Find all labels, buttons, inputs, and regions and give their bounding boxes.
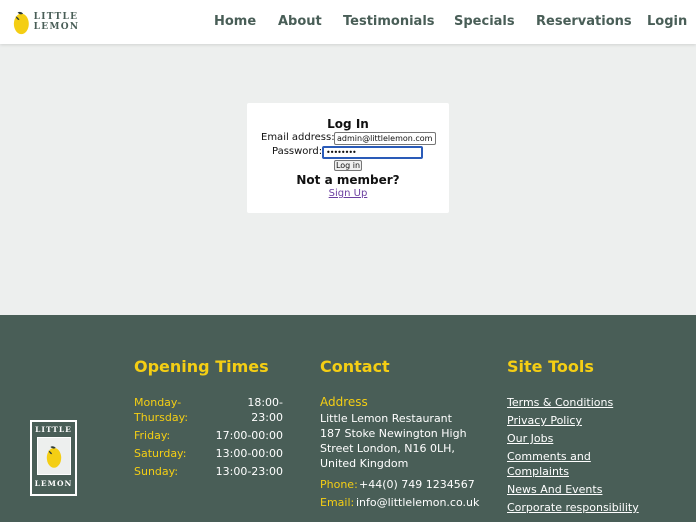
nav-reservations[interactable]: Reservations bbox=[536, 14, 632, 29]
address-line: United Kingdom bbox=[320, 457, 409, 470]
site-logo[interactable]: LITTLE LEMON bbox=[12, 8, 122, 36]
hours-text: 18:00- 23:00 bbox=[247, 396, 283, 424]
password-field[interactable]: •••••••• bbox=[322, 146, 423, 159]
site-header: LITTLE LEMON Home About Testimonials Spe… bbox=[0, 0, 696, 44]
login-title: Log In bbox=[327, 117, 369, 131]
opening-hours: 17:00-00:00 bbox=[215, 429, 283, 442]
password-label: Password: bbox=[272, 146, 323, 157]
phone-label: Phone: bbox=[320, 478, 358, 491]
site-footer: LITTLE LEMON Opening Times Monday- Thurs… bbox=[0, 315, 696, 522]
footer-logo[interactable]: LITTLE LEMON bbox=[30, 420, 77, 496]
opening-day: Monday- Thursday: bbox=[134, 395, 188, 425]
email-label: Email address: bbox=[261, 132, 335, 143]
opening-day: Saturday: bbox=[134, 447, 187, 460]
email-value[interactable]: info@littlelemon.co.uk bbox=[356, 495, 479, 510]
footer-lemon-box bbox=[36, 437, 71, 475]
footer-link-complaints[interactable]: Comments and Complaints bbox=[507, 449, 591, 479]
login-button[interactable]: Log in bbox=[334, 160, 362, 171]
footer-link-privacy[interactable]: Privacy Policy bbox=[507, 413, 582, 428]
not-member-heading: Not a member? bbox=[296, 173, 400, 187]
nav-login[interactable]: Login bbox=[647, 14, 687, 29]
site-tools-title: Site Tools bbox=[507, 357, 594, 376]
opening-hours: 18:00- 23:00 bbox=[210, 395, 283, 425]
footer-logo-bottom: LEMON bbox=[34, 479, 73, 488]
login-card: Log In Email address: admin@littlelemon.… bbox=[247, 103, 449, 213]
opening-hours: 13:00-23:00 bbox=[215, 465, 283, 478]
phone-value[interactable]: +44(0) 749 1234567 bbox=[359, 477, 475, 492]
contact-title: Contact bbox=[320, 357, 390, 376]
address-line: Street London, N16 0LH, bbox=[320, 442, 455, 455]
nav-home[interactable]: Home bbox=[214, 14, 256, 29]
email-label: Email: bbox=[320, 496, 355, 509]
footer-link-jobs[interactable]: Our Jobs bbox=[507, 431, 553, 446]
signup-link[interactable]: Sign Up bbox=[247, 188, 449, 199]
footer-logo-top: LITTLE bbox=[35, 425, 72, 434]
logo-text: LITTLE LEMON bbox=[33, 12, 80, 32]
opening-day: Friday: bbox=[134, 429, 171, 442]
day-text: Monday- Thursday: bbox=[134, 396, 189, 424]
nav-specials[interactable]: Specials bbox=[454, 14, 515, 29]
opening-times-title: Opening Times bbox=[134, 357, 269, 376]
address-label: Address bbox=[320, 395, 368, 409]
nav-about[interactable]: About bbox=[278, 14, 322, 29]
footer-link-corporate[interactable]: Corporate responsibility bbox=[507, 500, 639, 515]
nav-testimonials[interactable]: Testimonials bbox=[343, 14, 435, 29]
opening-hours: 13:00-00:00 bbox=[215, 447, 283, 460]
footer-link-news[interactable]: News And Events bbox=[507, 482, 602, 497]
footer-link-terms[interactable]: Terms & Conditions bbox=[507, 395, 613, 410]
address-line: 187 Stoke Newington High bbox=[320, 427, 467, 440]
opening-day: Sunday: bbox=[134, 465, 179, 478]
email-field[interactable]: admin@littlelemon.com bbox=[334, 132, 436, 145]
lemon-logo-icon bbox=[46, 446, 61, 468]
lemon-logo-icon bbox=[13, 11, 29, 35]
address-line: Little Lemon Restaurant bbox=[320, 412, 452, 425]
